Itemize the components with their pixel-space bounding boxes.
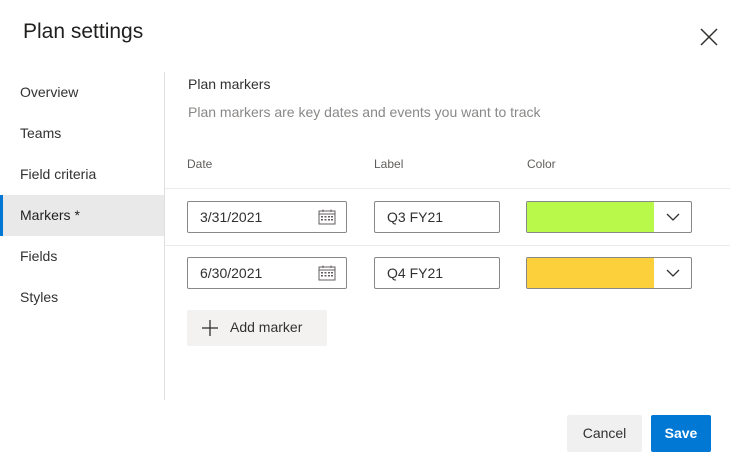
color-swatch [527, 258, 654, 288]
marker-date-value: 3/31/2021 [200, 209, 263, 225]
nav-divider [164, 72, 165, 400]
plus-icon [202, 320, 218, 336]
close-icon [700, 28, 718, 46]
add-marker-label: Add marker [230, 319, 303, 335]
marker-date-input[interactable]: 3/31/2021 [187, 201, 347, 233]
calendar-icon[interactable] [318, 209, 336, 225]
marker-date-value: 6/30/2021 [200, 265, 263, 281]
column-header-label: Label [374, 157, 404, 171]
nav-item-fields[interactable]: Fields [0, 236, 164, 277]
chevron-down-icon [666, 269, 680, 277]
marker-color-dropdown[interactable] [526, 257, 692, 289]
marker-color-dropdown[interactable] [526, 201, 692, 233]
column-header-color: Color [527, 157, 556, 171]
nav-item-markers[interactable]: Markers * [0, 195, 164, 236]
cancel-button[interactable]: Cancel [567, 415, 642, 452]
close-button[interactable] [696, 24, 722, 50]
chevron-down-icon [666, 213, 680, 221]
calendar-icon[interactable] [318, 265, 336, 281]
nav-item-teams[interactable]: Teams [0, 113, 164, 154]
column-header-date: Date [187, 157, 213, 171]
row-divider [165, 188, 730, 189]
color-swatch [527, 202, 654, 232]
nav-item-styles[interactable]: Styles [0, 277, 164, 318]
marker-date-input[interactable]: 6/30/2021 [187, 257, 347, 289]
dialog-title: Plan settings [23, 20, 144, 43]
nav-item-overview[interactable]: Overview [0, 72, 164, 113]
settings-nav: Overview Teams Field criteria Markers * … [0, 72, 164, 318]
save-button[interactable]: Save [651, 415, 711, 452]
marker-label-input[interactable]: Q3 FY21 [374, 201, 500, 233]
section-description: Plan markers are key dates and events yo… [188, 104, 541, 120]
row-divider [165, 245, 730, 246]
add-marker-button[interactable]: Add marker [187, 310, 327, 346]
nav-item-field-criteria[interactable]: Field criteria [0, 154, 164, 195]
marker-label-input[interactable]: Q4 FY21 [374, 257, 500, 289]
section-title: Plan markers [188, 76, 271, 92]
